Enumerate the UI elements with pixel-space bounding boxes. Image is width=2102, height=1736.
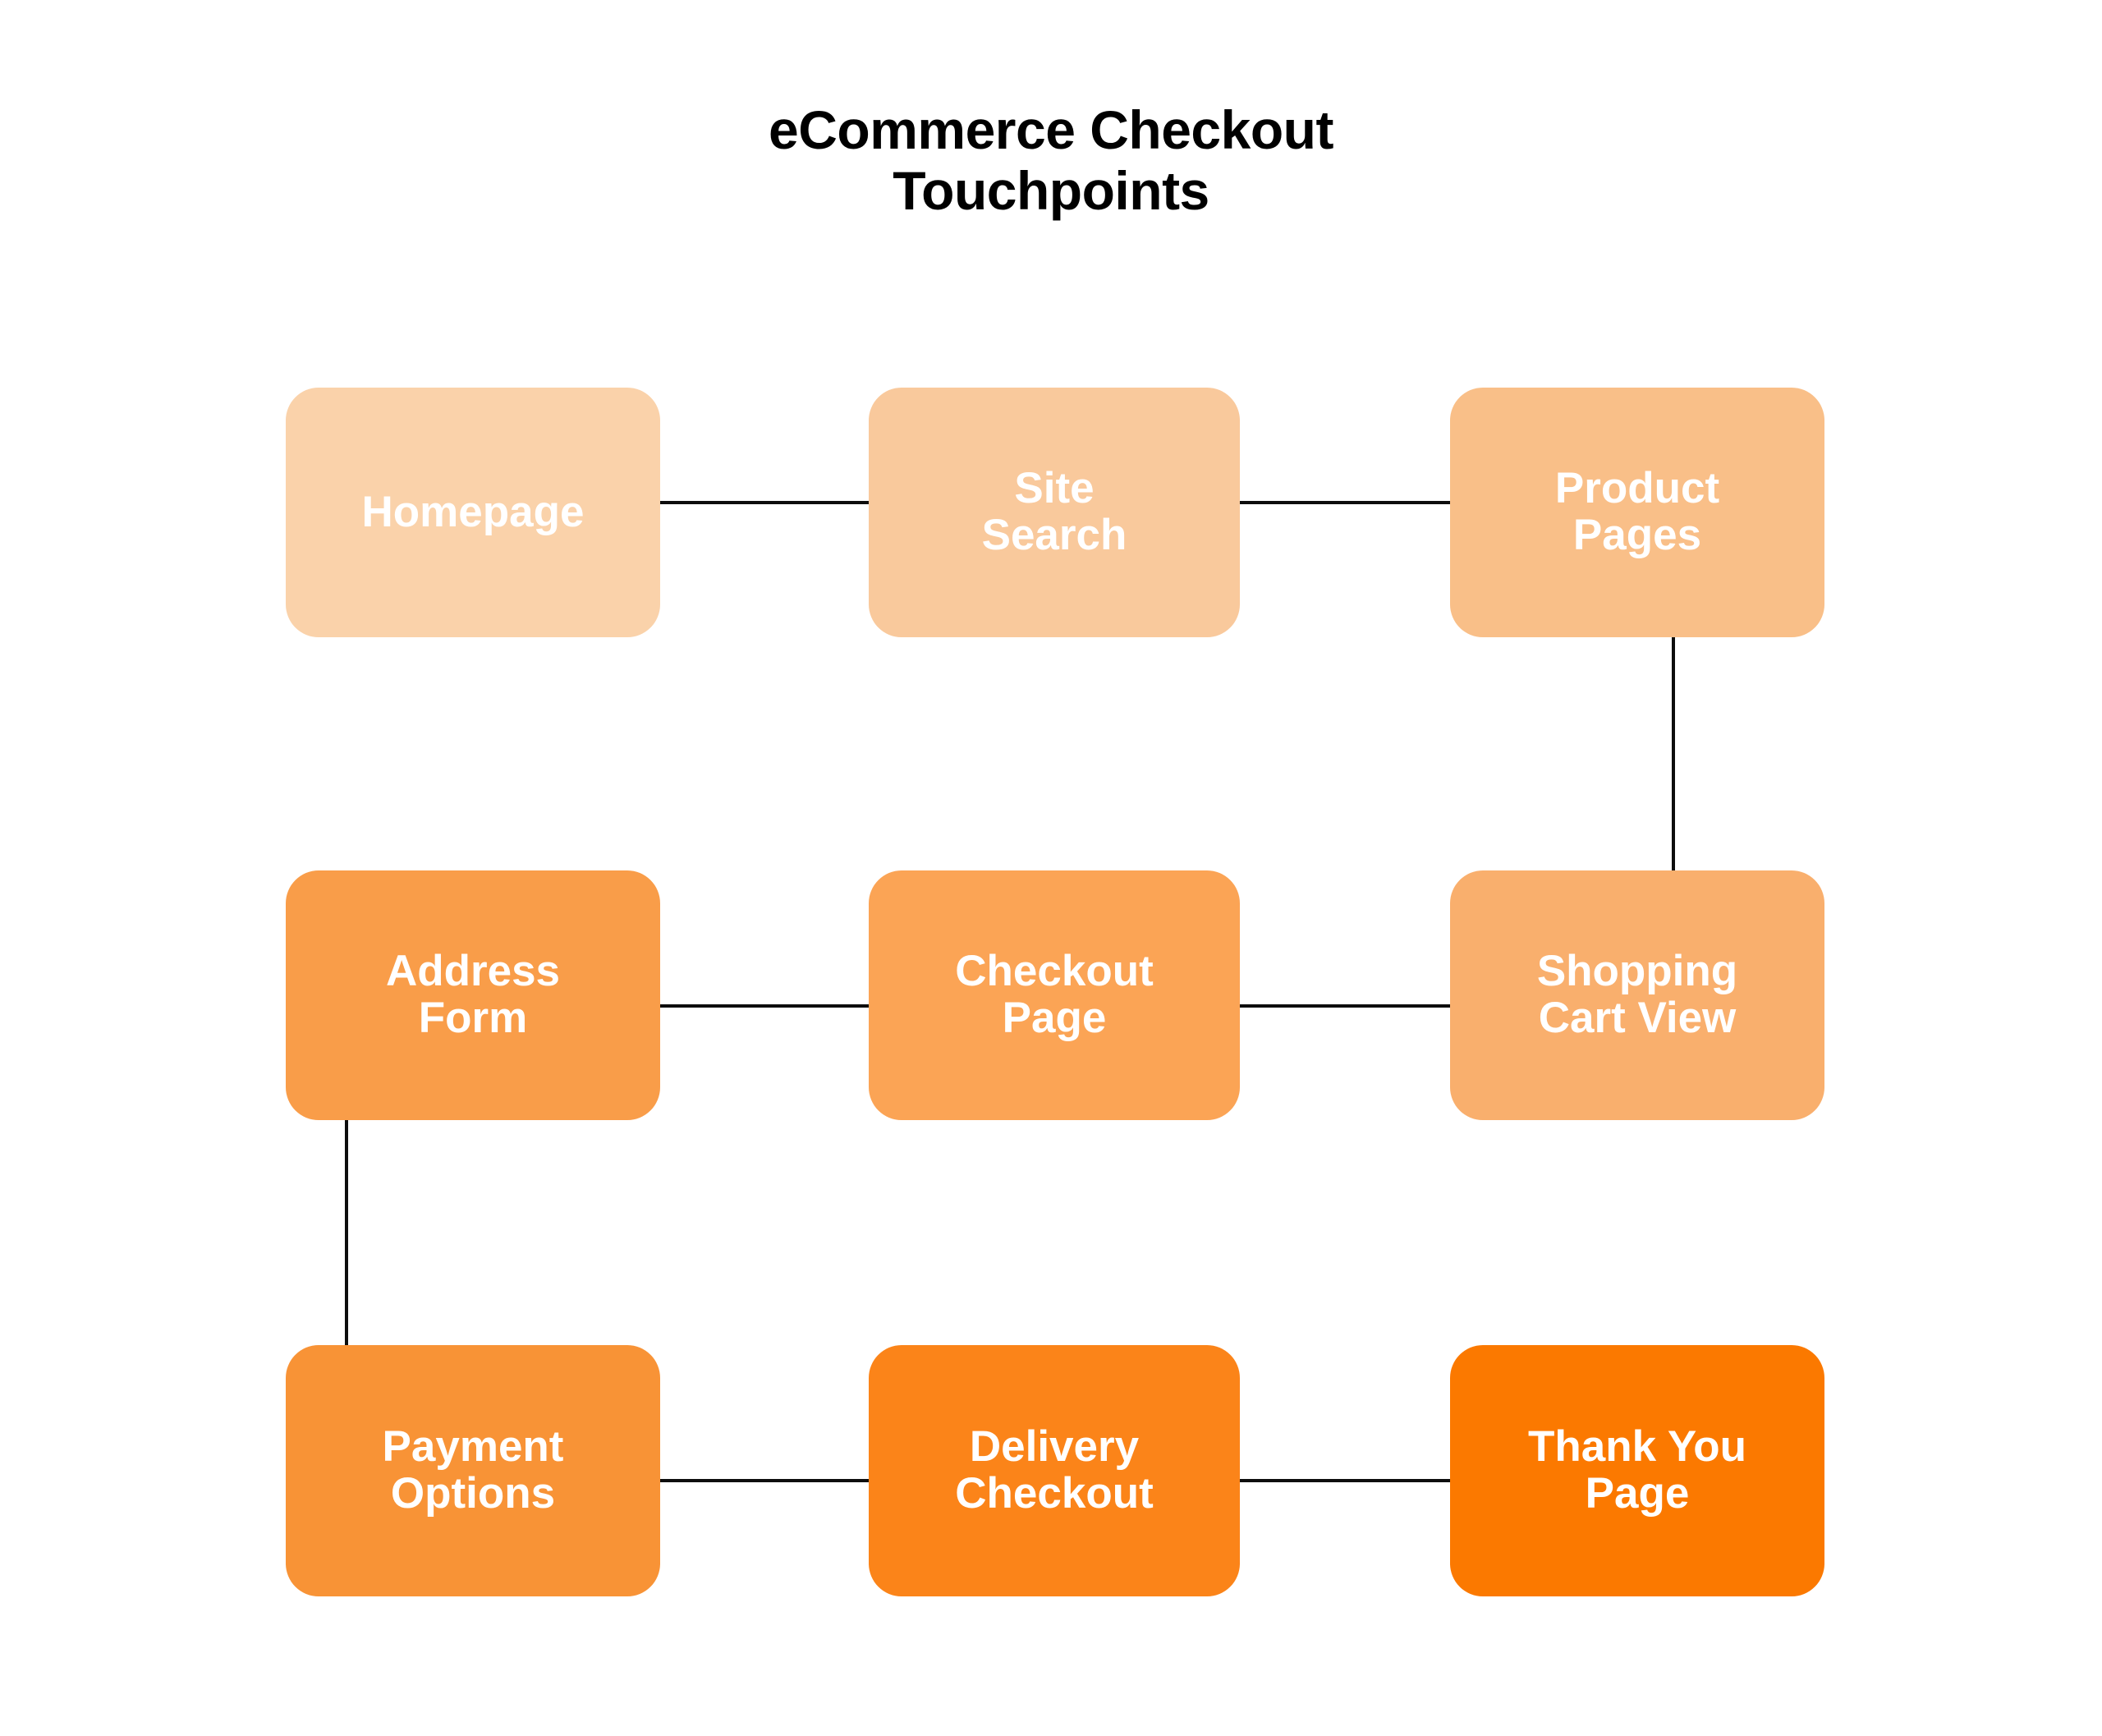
node-shopping-cart-view[interactable]: Shopping Cart View — [1450, 870, 1824, 1120]
connector-checkout-page-to-address-form — [657, 1004, 872, 1008]
node-address-form[interactable]: Address Form — [286, 870, 660, 1120]
node-homepage[interactable]: Homepage — [286, 388, 660, 637]
node-product-pages-label: Product Pages — [1554, 464, 1720, 559]
connector-delivery-checkout-to-thank-you-page — [1237, 1479, 1453, 1482]
node-payment-options[interactable]: Payment Options — [286, 1345, 660, 1596]
page-title-line-1: eCommerce Checkout — [769, 99, 1333, 160]
connector-homepage-to-site-search — [657, 501, 872, 504]
connector-site-search-to-product-pages — [1237, 501, 1453, 504]
node-delivery-checkout[interactable]: Delivery Checkout — [869, 1345, 1240, 1596]
page-title-line-2: Touchpoints — [893, 159, 1209, 221]
node-thank-you-page-label: Thank You Page — [1527, 1422, 1746, 1518]
connector-address-form-to-payment-options — [345, 1117, 348, 1348]
connector-payment-options-to-delivery-checkout — [657, 1479, 872, 1482]
diagram-canvas: eCommerce Checkout Touchpoints Homepage … — [0, 0, 2102, 1736]
connector-product-pages-to-shopping-cart-view — [1672, 634, 1675, 874]
node-delivery-checkout-label: Delivery Checkout — [955, 1422, 1154, 1518]
node-shopping-cart-view-label: Shopping Cart View — [1536, 947, 1738, 1042]
node-site-search[interactable]: Site Search — [869, 388, 1240, 637]
node-product-pages[interactable]: Product Pages — [1450, 388, 1824, 637]
node-homepage-label: Homepage — [361, 487, 585, 536]
node-site-search-label: Site Search — [981, 464, 1127, 559]
node-payment-options-label: Payment Options — [382, 1422, 564, 1518]
node-checkout-page[interactable]: Checkout Page — [869, 870, 1240, 1120]
node-address-form-label: Address Form — [385, 947, 561, 1042]
connector-shopping-cart-view-to-checkout-page — [1237, 1004, 1453, 1008]
node-thank-you-page[interactable]: Thank You Page — [1450, 1345, 1824, 1596]
node-checkout-page-label: Checkout Page — [955, 947, 1154, 1042]
page-title: eCommerce Checkout Touchpoints — [0, 99, 2102, 222]
